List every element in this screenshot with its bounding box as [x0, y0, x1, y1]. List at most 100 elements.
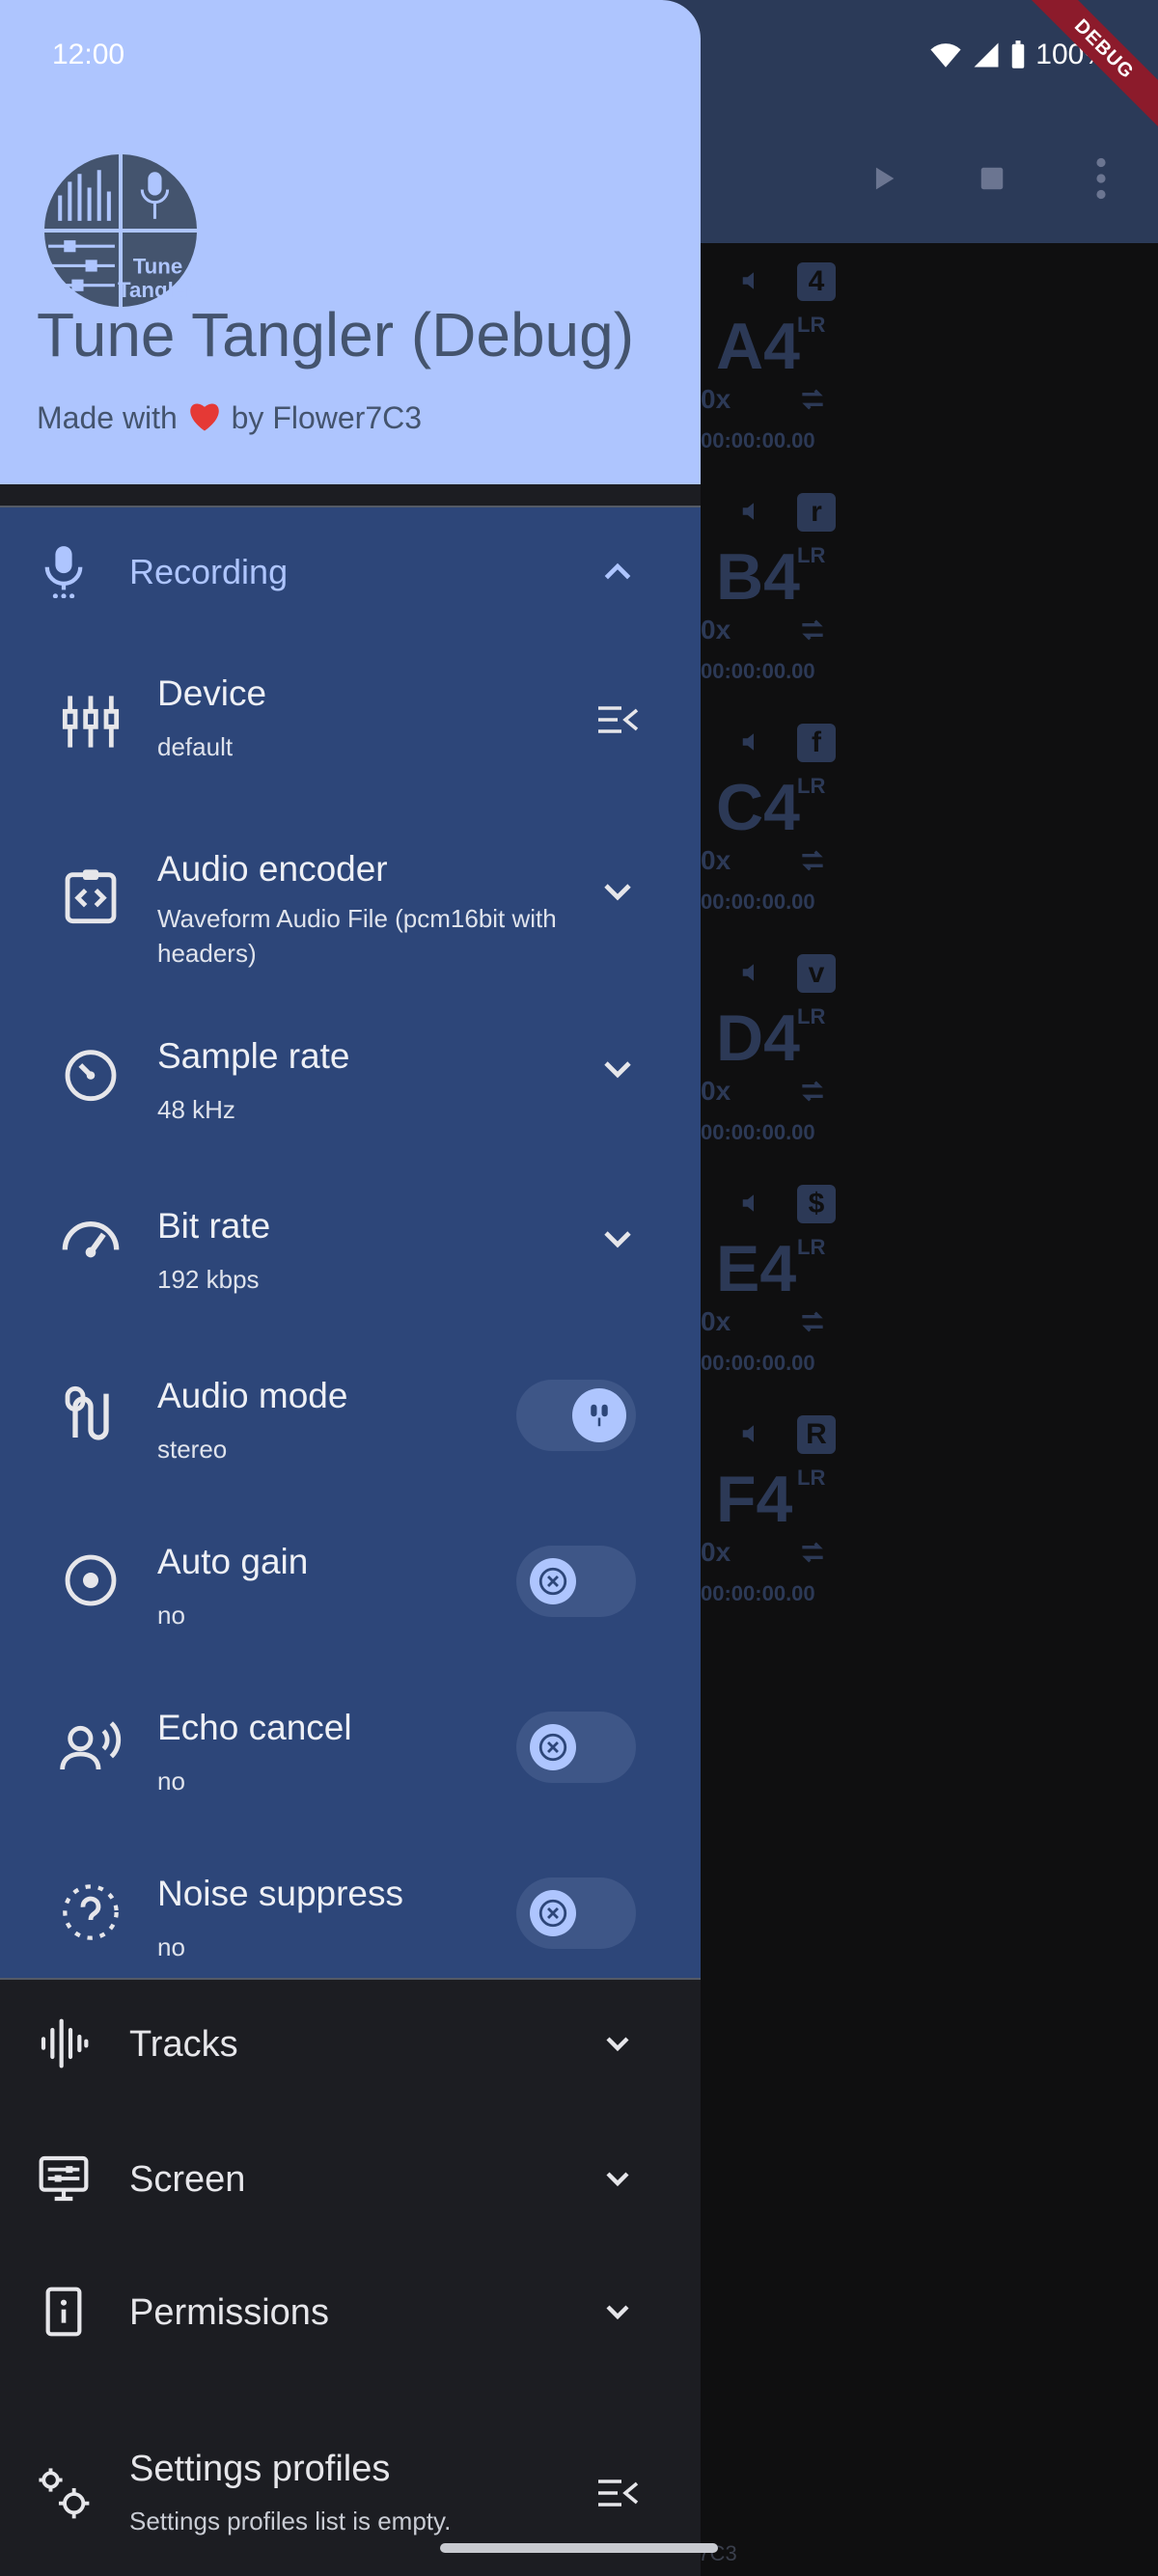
tune-sliders-icon — [62, 696, 120, 748]
setting-value: Waveform Audio File (pcm16bit with heade… — [157, 904, 557, 968]
auto-gain-switch[interactable] — [516, 1546, 636, 1617]
pad[interactable]: $ E4 LR 0x 00:00:00.00 — [676, 1185, 868, 1397]
app-logo-icon: Tune Tangler — [44, 154, 197, 307]
setting-title: Sample rate — [157, 1036, 350, 1076]
setting-value: no — [157, 1767, 185, 1795]
pad-time: 00:00:00.00 — [701, 1120, 815, 1144]
mic-stereo-icon — [591, 1404, 608, 1427]
recording-section-label: Recording — [129, 552, 289, 591]
pad-key-badge: r — [797, 493, 836, 532]
timer-icon — [65, 1050, 117, 1102]
pad-channels: LR — [797, 313, 826, 337]
screen-section-header[interactable]: Screen — [0, 2117, 701, 2242]
drawer-header: 12:00 Tune Tangler Tune Tangler (Debug) — [0, 0, 701, 484]
echo-cancel-switch[interactable] — [516, 1712, 636, 1783]
pad-note: B4 — [716, 540, 800, 614]
list-collapse-icon[interactable] — [594, 2470, 641, 2516]
pad-channels: LR — [797, 774, 826, 798]
logo-text: Tune — [133, 255, 183, 279]
chevron-up-icon — [604, 562, 631, 580]
gears-icon — [39, 2468, 90, 2519]
pad[interactable]: v D4 LR 0x 00:00:00.00 — [676, 954, 868, 1166]
pad[interactable]: R F4 LR 0x 00:00:00.00 — [676, 1415, 868, 1628]
recording-section-header[interactable]: Recording — [0, 507, 701, 633]
permissions-section-header[interactable]: Permissions — [0, 2250, 701, 2375]
switch-thumb — [530, 1558, 576, 1604]
speaker-muted-icon — [742, 1194, 754, 1212]
setting-audio-mode[interactable]: Audio mode stereo — [0, 1333, 701, 1497]
heart-icon — [189, 403, 219, 431]
chevron-down-icon — [606, 2037, 629, 2052]
pad[interactable]: f C4 LR 0x 00:00:00.00 — [676, 724, 868, 936]
pad-multiplier: 0x — [701, 1306, 731, 1336]
section-label: Tracks — [129, 2024, 238, 2065]
pad-channels: LR — [797, 1004, 826, 1028]
switch-thumb — [530, 1724, 576, 1770]
chevron-down-icon[interactable] — [594, 1216, 641, 1262]
pad-note: E4 — [716, 1232, 797, 1305]
settings-profiles-status: Settings profiles list is empty. — [129, 2507, 452, 2535]
pad-note: A4 — [716, 310, 800, 383]
pad-channels: LR — [797, 543, 826, 567]
section-label: Screen — [129, 2159, 246, 2200]
pad-multiplier: 0x — [701, 1076, 731, 1106]
setting-value: no — [157, 1932, 185, 1961]
stop-icon — [980, 167, 1004, 190]
tracks-section-header[interactable]: Tracks — [0, 1982, 701, 2107]
speaker-muted-icon — [742, 272, 754, 289]
speedometer-icon — [62, 1221, 120, 1258]
setting-title: Echo cancel — [157, 1708, 352, 1747]
setting-title: Audio mode — [157, 1376, 348, 1415]
app-credit: Made with by Flower7C3 — [37, 399, 422, 436]
pad-note: F4 — [716, 1463, 793, 1536]
credit-suffix: by Flower7C3 — [231, 400, 423, 435]
setting-value: stereo — [157, 1435, 228, 1464]
setting-title: Bit rate — [157, 1206, 271, 1246]
setting-device[interactable]: Device default — [0, 652, 701, 797]
pad-channels: LR — [797, 1235, 826, 1259]
repeat-icon — [802, 1311, 823, 1332]
hearing-icon — [63, 1884, 119, 1940]
more-vert-icon — [1096, 157, 1106, 200]
close-circle-icon — [538, 1567, 567, 1596]
home-indicator[interactable] — [440, 2543, 718, 2553]
waveform-icon — [41, 2018, 89, 2069]
battery-icon — [1012, 41, 1025, 69]
pad-note: C4 — [716, 771, 800, 844]
stereo-icon — [65, 1385, 109, 1440]
pad[interactable]: r B4 LR 0x 00:00:00.00 — [676, 493, 868, 705]
app-title: Tune Tangler (Debug) — [37, 300, 635, 370]
setting-auto-gain[interactable]: Auto gain no — [0, 1499, 701, 1663]
pad-key-badge: R — [797, 1415, 836, 1454]
recording-section: Recording Device default Audio encoder W… — [0, 507, 701, 1978]
repeat-icon — [802, 389, 823, 410]
audio-mode-switch[interactable] — [516, 1380, 636, 1451]
setting-noise-suppress[interactable]: Noise suppress no — [0, 1831, 701, 1976]
list-collapse-icon[interactable] — [594, 697, 641, 743]
chevron-down-icon[interactable] — [594, 1046, 641, 1092]
chevron-down-icon[interactable] — [594, 868, 641, 915]
setting-value: no — [157, 1601, 185, 1630]
screen-settings-icon — [39, 2155, 89, 2202]
speaker-muted-icon — [742, 964, 754, 981]
setting-echo-cancel[interactable]: Echo cancel no — [0, 1665, 701, 1829]
info-device-icon — [45, 2287, 82, 2337]
pad-time: 00:00:00.00 — [701, 1581, 815, 1605]
setting-bit-rate[interactable]: Bit rate 192 kbps — [0, 1160, 701, 1324]
target-icon — [65, 1554, 117, 1606]
play-button[interactable] — [859, 154, 907, 203]
chevron-down-icon — [606, 2305, 629, 2320]
setting-audio-encoder[interactable]: Audio encoder Waveform Audio File (pcm16… — [0, 816, 701, 980]
divider — [0, 1978, 701, 1980]
stop-button[interactable] — [968, 154, 1016, 203]
pad[interactable]: 4 A4 LR 0x 00:00:00.00 — [676, 262, 868, 475]
repeat-icon — [802, 619, 823, 641]
more-menu-button[interactable] — [1077, 154, 1125, 203]
switch-thumb — [530, 1890, 576, 1936]
settings-profiles-title: Settings profiles — [129, 2449, 391, 2489]
setting-sample-rate[interactable]: Sample rate 48 kHz — [0, 990, 701, 1154]
pad-note: D4 — [716, 1001, 800, 1075]
speaker-muted-icon — [742, 733, 754, 751]
pad-key-badge: v — [797, 954, 836, 993]
noise-suppress-switch[interactable] — [516, 1877, 636, 1949]
